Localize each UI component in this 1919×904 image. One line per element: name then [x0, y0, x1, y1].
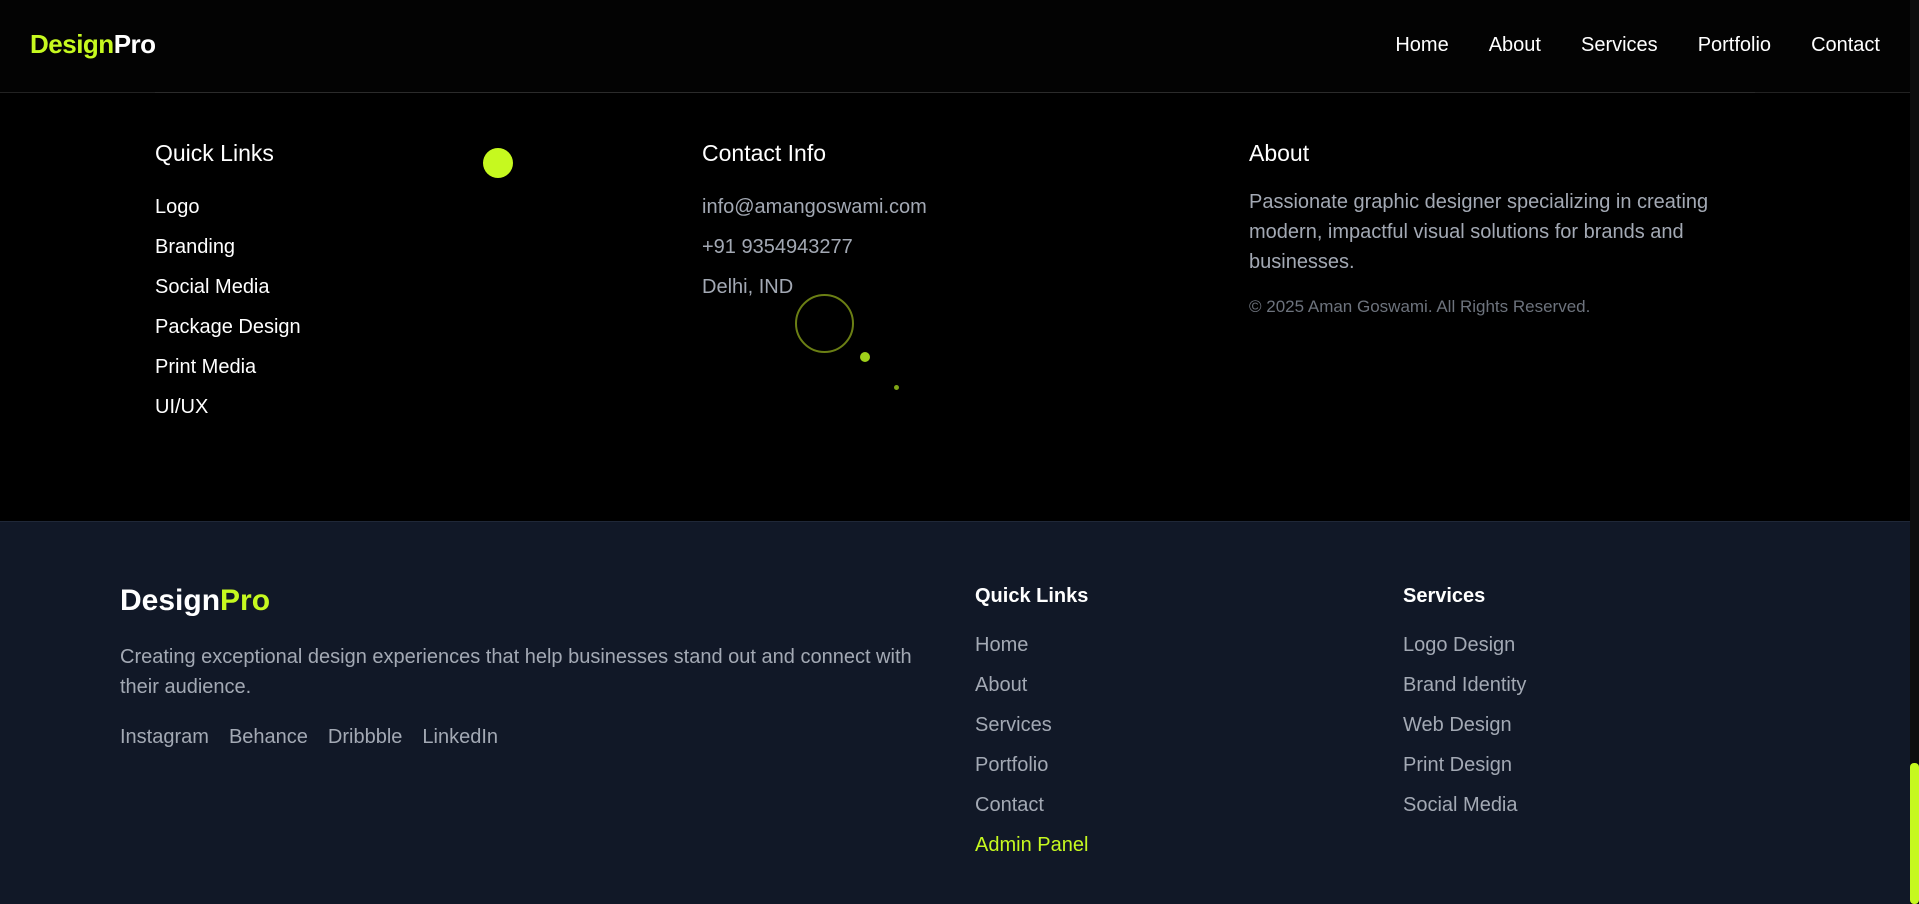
nav-link-contact[interactable]: Contact [1811, 34, 1880, 57]
footer-logo-part-pro: Pro [220, 584, 271, 617]
social-instagram[interactable]: Instagram [120, 726, 209, 749]
quick-link-package-design[interactable]: Package Design [155, 307, 301, 347]
page-scrollbar-thumb[interactable] [1910, 763, 1919, 904]
quick-link-social-media[interactable]: Social Media [155, 267, 301, 307]
footer-services-heading: Services [1403, 585, 1486, 607]
about-text: Passionate graphic designer specializing… [1249, 191, 1709, 273]
nav-link-home[interactable]: Home [1395, 34, 1448, 57]
footer-service-social-media[interactable]: Social Media [1403, 785, 1526, 825]
footer-service-logo-design[interactable]: Logo Design [1403, 625, 1526, 665]
footer-service-print-design[interactable]: Print Design [1403, 745, 1526, 785]
copyright-text: © 2025 Aman Goswami. All Rights Reserved… [1249, 297, 1591, 316]
footer-link-about[interactable]: About [975, 665, 1088, 705]
footer-quick-links-heading: Quick Links [975, 585, 1089, 607]
footer-link-admin-panel[interactable]: Admin Panel [975, 825, 1088, 865]
contact-info-heading: Contact Info [702, 140, 827, 166]
contact-phone[interactable]: +91 9354943277 [702, 227, 927, 267]
decorative-dot-tiny [894, 385, 899, 390]
about-heading: About [1249, 140, 1310, 166]
quick-link-logo[interactable]: Logo [155, 187, 301, 227]
footer-link-portfolio[interactable]: Portfolio [975, 745, 1088, 785]
quick-link-print-media[interactable]: Print Media [155, 347, 301, 387]
footer-service-brand-identity[interactable]: Brand Identity [1403, 665, 1526, 705]
main-footer: DesignPro Creating exceptional design ex… [0, 521, 1910, 904]
footer-logo-part-design: Design [120, 584, 221, 617]
footer-link-home[interactable]: Home [975, 625, 1088, 665]
logo-part-design: Design [30, 29, 114, 59]
quick-links-column: Quick Links Logo Branding Social Media P… [155, 140, 301, 427]
footer-services: Services Logo Design Brand Identity Web … [1403, 585, 1526, 825]
nav-link-about[interactable]: About [1489, 34, 1541, 57]
decorative-dot-small [860, 352, 870, 362]
footer-quick-links: Quick Links Home About Services Portfoli… [975, 585, 1088, 865]
social-links: Instagram Behance Dribbble LinkedIn [120, 726, 498, 749]
social-linkedin[interactable]: LinkedIn [422, 726, 498, 749]
contact-footer-section: Quick Links Logo Branding Social Media P… [0, 93, 1910, 521]
nav-links: Home About Services Portfolio Contact [1395, 34, 1880, 57]
top-navbar: DesignPro Home About Services Portfolio … [0, 0, 1910, 93]
contact-info-column: Contact Info info@amangoswami.com +91 93… [702, 140, 927, 307]
social-dribbble[interactable]: Dribbble [328, 726, 402, 749]
logo-part-pro: Pro [113, 29, 156, 59]
quick-link-ui-ux[interactable]: UI/UX [155, 387, 301, 427]
footer-link-services[interactable]: Services [975, 705, 1088, 745]
about-column: About Passionate graphic designer specia… [1249, 140, 1769, 317]
decorative-ring [795, 294, 854, 353]
nav-link-services[interactable]: Services [1581, 34, 1658, 57]
contact-email[interactable]: info@amangoswami.com [702, 187, 927, 227]
quick-links-heading: Quick Links [155, 140, 274, 166]
footer-description: Creating exceptional design experiences … [120, 646, 912, 698]
footer-brand-logo[interactable]: DesignPro [120, 584, 270, 618]
social-behance[interactable]: Behance [229, 726, 308, 749]
footer-link-contact[interactable]: Contact [975, 785, 1088, 825]
footer-service-web-design[interactable]: Web Design [1403, 705, 1526, 745]
nav-link-portfolio[interactable]: Portfolio [1698, 34, 1771, 57]
decorative-dot-large [483, 148, 513, 178]
brand-logo[interactable]: DesignPro [30, 29, 156, 60]
quick-link-branding[interactable]: Branding [155, 227, 301, 267]
